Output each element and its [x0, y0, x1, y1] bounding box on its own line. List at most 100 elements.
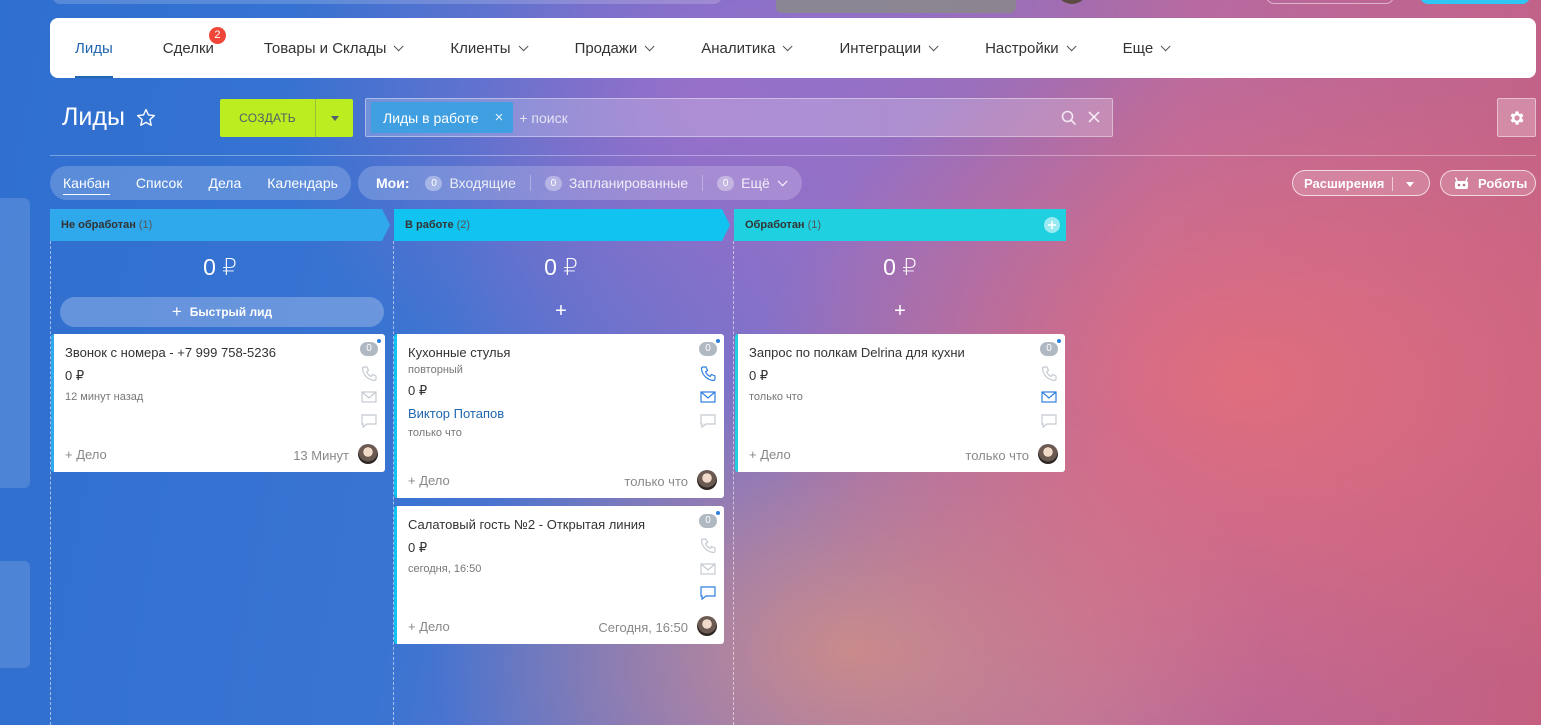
extensions-button[interactable]: Расширения — [1292, 170, 1430, 196]
column-header-arrow — [382, 209, 390, 241]
view-kanban[interactable]: Канбан — [63, 175, 110, 195]
nav-item-label: Сделки — [162, 39, 214, 57]
nav-item-integrations[interactable]: Интеграции — [839, 18, 939, 78]
caret-down-icon[interactable] — [1406, 182, 1414, 187]
add-activity-link[interactable]: + Дело — [408, 619, 450, 634]
view-list[interactable]: Список — [136, 175, 183, 191]
add-column-icon[interactable] — [1044, 217, 1060, 233]
deals-count-badge: 2 — [208, 27, 226, 44]
nav-item-sales[interactable]: Продажи — [575, 18, 655, 78]
quick-lead-button[interactable]: + Быстрый лид — [60, 297, 384, 327]
create-button[interactable]: СОЗДАТЬ — [220, 99, 353, 137]
counter-planned[interactable]: 0 Запланированные — [544, 175, 689, 191]
counter-value: 0 — [425, 175, 443, 191]
extensions-label: Расширения — [1304, 175, 1385, 191]
chat-icon[interactable] — [360, 413, 378, 429]
chevron-down-icon — [1066, 40, 1077, 51]
phone-icon[interactable] — [699, 537, 717, 553]
card-sum: 0 ₽ — [408, 383, 428, 398]
nav-item-label: Еще — [1122, 39, 1154, 57]
card-contact-link[interactable]: Виктор Потапов — [408, 406, 504, 421]
add-activity-link[interactable]: + Дело — [65, 447, 107, 462]
card-time: Сегодня, 16:50 — [598, 620, 688, 635]
counters-label: Мои: — [376, 175, 410, 191]
card-title[interactable]: Кухонные стулья — [408, 345, 510, 360]
card-unread-dot — [377, 339, 381, 343]
phone-icon[interactable] — [699, 365, 717, 381]
column-header-new[interactable]: Не обработан (1) — [50, 209, 382, 241]
card-title[interactable]: Запрос по полкам Delrina для кухни — [749, 345, 965, 360]
counter-divider — [529, 175, 531, 191]
card-title[interactable]: Салатовый гость №2 - Открытая линия — [408, 517, 645, 532]
close-icon[interactable] — [1086, 109, 1102, 125]
lead-card[interactable]: Салатовый гость №2 - Открытая линия 0 ₽ … — [394, 506, 724, 644]
header-action-button[interactable] — [1420, 0, 1530, 4]
avatar[interactable] — [697, 616, 717, 636]
avatar[interactable] — [697, 470, 717, 490]
create-button-label: СОЗДАТЬ — [239, 111, 296, 125]
chat-icon[interactable] — [699, 413, 717, 429]
filter-search-bar: Лиды в работе × — [365, 98, 1113, 137]
search-icon[interactable] — [1060, 109, 1078, 127]
column-header-processed[interactable]: Обработан (1) — [734, 209, 1066, 241]
header-button[interactable] — [1266, 0, 1394, 4]
robots-button[interactable]: Роботы — [1440, 170, 1536, 196]
counter-label: Запланированные — [568, 175, 689, 191]
robot-icon — [1454, 177, 1469, 189]
lead-card[interactable]: Звонок с номера - +7 999 758-5236 0 ₽ 12… — [51, 334, 385, 472]
card-date: только что — [408, 427, 462, 439]
lead-card[interactable]: Запрос по полкам Delrina для кухни 0 ₽ т… — [735, 334, 1065, 472]
card-sum: 0 ₽ — [408, 540, 428, 555]
nav-item-label: Товары и Склады — [263, 39, 387, 57]
view-calendar[interactable]: Календарь — [267, 175, 338, 191]
header-widget[interactable] — [776, 0, 1016, 13]
mail-icon[interactable] — [699, 389, 717, 405]
avatar[interactable] — [1038, 444, 1058, 464]
side-panel-tab[interactable] — [0, 198, 30, 488]
create-dropdown-toggle[interactable] — [315, 99, 353, 137]
nav-item-clients[interactable]: Клиенты — [450, 18, 529, 78]
card-subtitle: повторный — [408, 364, 463, 376]
quick-lead-label: Быстрый лид — [189, 305, 273, 319]
lead-card[interactable]: Кухонные стулья повторный 0 ₽ Виктор Пот… — [394, 334, 724, 498]
nav-item-leads[interactable]: Лиды — [75, 18, 113, 78]
counter-value: 0 — [544, 175, 562, 191]
counter-more[interactable]: 0 Ещё — [717, 175, 788, 191]
chat-icon[interactable] — [699, 585, 717, 601]
phone-icon[interactable] — [1040, 365, 1058, 381]
nav-item-analytics[interactable]: Аналитика — [701, 18, 794, 78]
avatar[interactable] — [358, 444, 378, 464]
global-search-bar[interactable] — [52, 0, 722, 4]
column-title: Обработан — [745, 219, 805, 231]
user-avatar[interactable] — [1056, 0, 1088, 4]
nav-item-settings[interactable]: Настройки — [985, 18, 1077, 78]
phone-icon[interactable] — [360, 365, 378, 381]
mail-icon[interactable] — [699, 561, 717, 577]
side-panel-tab[interactable] — [0, 561, 30, 668]
star-icon[interactable] — [135, 107, 157, 129]
settings-button[interactable] — [1497, 98, 1536, 137]
column-title: Не обработан — [61, 219, 136, 231]
remove-filter-icon[interactable]: × — [495, 109, 504, 126]
chat-icon[interactable] — [1040, 413, 1058, 429]
view-activities[interactable]: Дела — [208, 175, 241, 191]
filter-chip[interactable]: Лиды в работе × — [371, 102, 514, 133]
column-header-in-progress[interactable]: В работе (2) — [394, 209, 722, 241]
add-activity-link[interactable]: + Дело — [749, 447, 791, 462]
column-sum: 0 ₽ — [883, 254, 917, 280]
mail-icon[interactable] — [1040, 389, 1058, 405]
nav-item-label: Лиды — [75, 39, 113, 57]
add-lead-button[interactable]: + — [733, 300, 1067, 323]
nav-item-products[interactable]: Товары и Склады — [263, 18, 404, 78]
mail-icon[interactable] — [360, 389, 378, 405]
nav-item-deals[interactable]: Сделки 2 — [162, 18, 226, 78]
nav-item-more[interactable]: Еще — [1122, 18, 1171, 78]
add-activity-link[interactable]: + Дело — [408, 473, 450, 488]
counter-incoming[interactable]: 0 Входящие — [425, 175, 516, 191]
card-sum: 0 ₽ — [65, 368, 85, 383]
search-input[interactable] — [519, 109, 1040, 126]
card-title[interactable]: Звонок с номера - +7 999 758-5236 — [65, 345, 276, 360]
nav-item-label: Аналитика — [701, 39, 776, 57]
chevron-down-icon — [1160, 40, 1171, 51]
add-lead-button[interactable]: + — [393, 300, 729, 323]
